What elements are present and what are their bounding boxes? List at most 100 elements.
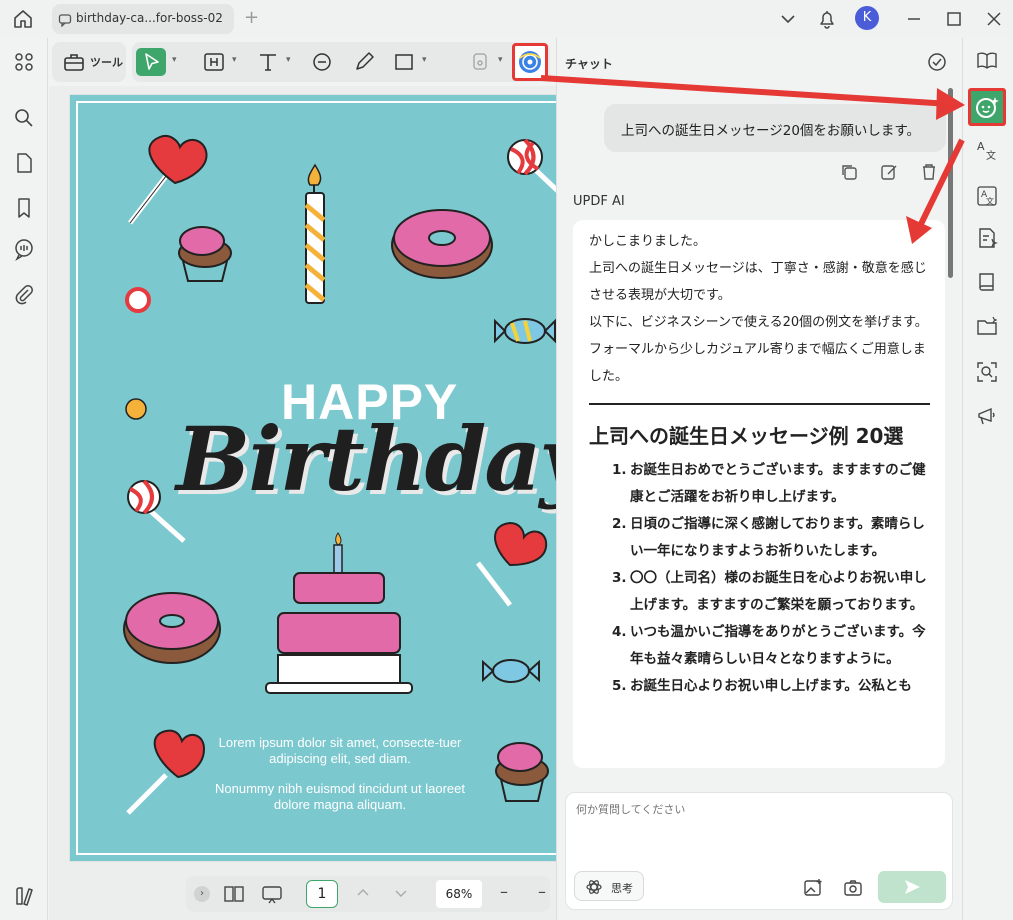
pencil-icon[interactable] [352,48,376,76]
card-body-text-2: Nonummy nibh euismod tincidunt ut laoree… [214,781,466,812]
copy-icon[interactable] [839,162,859,182]
ai-response-line-3: 以下に、ビジネスシーンで使える20個の例文を挙げます。フォーマルから少しカジュア… [589,315,928,384]
edit-icon[interactable] [879,162,899,182]
list-item: 4. いつも温かいご指導をありがとうございます。今年も益々素晴らしい日々となります… [612,624,926,667]
card-body-text-1: Lorem ipsum dolor sit amet, consecte-tue… [218,735,462,766]
ocr-translate-icon[interactable]: A文 [975,184,999,208]
close-icon[interactable] [983,8,1005,30]
think-mode-label: 思考 [611,882,633,895]
next-page-icon[interactable] [392,884,410,906]
cupcake-icon [178,226,232,282]
zoom-more-icon[interactable]: – [538,882,546,901]
cake-icon [265,532,413,694]
text-dropdown-icon[interactable]: ▾ [286,55,291,65]
ai-response-line-2: 上司への誕生日メッセージは、丁寧さ・感謝・敬意を感じさせる表現が大切です。 [589,261,927,303]
heart-lollipop-right-icon [476,521,548,607]
shape-dropdown-icon[interactable]: ▾ [422,55,427,65]
title-bar: birthday-ca...for-boss-02 + K [0,0,1013,38]
message-list: 1. お誕生日おめでとうございます。ますますのご健康とご活躍をお祈り申し上げます。… [597,457,937,700]
chevron-down-icon[interactable] [777,8,799,30]
ai-response-heading: 上司への誕生日メッセージ例 20選 [589,424,904,448]
donut-icon [391,209,493,279]
birthday-card-page: HAPPY Birthday Lorem ipsum dolor sit ame… [69,94,590,862]
wrapped-candy-right-icon [482,659,540,683]
tools-label: ツール [90,56,123,69]
list-item: 5. お誕生日心よりお祝い申し上げます。公私とも [612,678,912,694]
left-sidebar [0,38,48,920]
pages-icon[interactable] [12,151,36,175]
select-tool-button[interactable] [136,48,166,76]
page-navigation-bar: › 1 68% – – [186,876,550,912]
cupcake-bottom-icon [495,742,549,802]
ai-assistant-button[interactable] [512,43,548,81]
stamp-dropdown-icon[interactable]: ▾ [498,55,503,65]
screenshot-icon[interactable] [842,877,864,903]
trash-icon[interactable] [919,162,939,182]
document-tab[interactable]: birthday-ca...for-boss-02 [52,4,234,34]
ai-chat-button[interactable] [968,88,1006,126]
svg-text:A: A [977,140,985,153]
ai-response: かしこまりました。 上司への誕生日メッセージは、丁寧さ・感謝・敬意を感じさせる表… [573,220,945,768]
page-number-input[interactable]: 1 [306,880,338,908]
heading-icon[interactable] [202,48,226,76]
scan-search-icon[interactable] [975,360,999,384]
reader-mode-icon[interactable] [12,884,36,908]
send-button[interactable] [878,871,946,903]
ai-book-icon[interactable] [975,48,999,72]
svg-text:文: 文 [986,196,994,206]
heart-lollipop-bottom-icon [126,729,206,815]
translate-icon[interactable]: A文 [975,138,999,162]
stamp-icon[interactable] [468,48,492,76]
document-viewer[interactable]: HAPPY Birthday Lorem ipsum dolor sit ame… [49,86,590,920]
image-upload-icon[interactable] [802,877,824,903]
chevron-right-icon[interactable]: › [194,886,210,902]
atom-icon [585,878,603,900]
new-tab-button[interactable]: + [244,8,259,28]
history-icon[interactable] [926,51,948,73]
avatar[interactable]: K [855,6,879,30]
folder-icon[interactable] [975,314,999,338]
comment-tool-icon[interactable] [310,48,334,76]
yellow-candy-icon [125,398,147,420]
book-icon[interactable] [975,270,999,294]
tools-button[interactable]: ツール [52,42,126,82]
candy-icon [125,287,151,313]
donut-left-icon [123,592,221,664]
page-layout-icon[interactable] [222,882,246,910]
zoom-level[interactable]: 68% [436,880,482,908]
thumbnails-icon[interactable] [12,50,36,74]
zoom-out-icon[interactable]: – [500,882,508,901]
tab-title: birthday-ca...for-boss-02 [76,11,223,25]
presentation-icon[interactable] [260,882,284,910]
toolbox-icon [62,48,86,76]
attachment-icon[interactable] [12,283,36,307]
ai-chat-panel: チャット 上司への誕生日メッセージ20個をお願いします。 UPDF AI かしこ… [556,38,961,920]
bookmark-icon[interactable] [12,196,36,220]
previous-page-icon[interactable] [354,884,372,906]
list-item: 3. 〇〇（上司名）様のお誕生日を心よりお祝い申し上げます。ますますのご繁栄を願っ… [612,570,927,613]
think-mode-button[interactable]: 思考 [574,871,644,901]
chat-scrollbar[interactable] [948,88,953,278]
swirl-lollipop-icon [507,138,560,195]
svg-text:文: 文 [986,149,996,162]
comments-icon[interactable] [12,237,36,261]
summarize-icon[interactable] [975,226,999,250]
rectangle-icon[interactable] [392,48,416,76]
minimize-icon[interactable] [903,8,925,30]
heart-lollipop-icon [128,135,208,225]
home-icon[interactable] [12,8,34,30]
select-dropdown-icon[interactable]: ▾ [172,55,177,65]
search-icon[interactable] [12,106,36,130]
bell-icon[interactable] [816,8,838,30]
text-icon[interactable] [256,48,280,76]
megaphone-icon[interactable] [975,404,999,428]
chat-title: チャット [565,57,613,71]
maximize-icon[interactable] [943,8,965,30]
chat-input-area[interactable]: 思考 [565,792,953,910]
chat-input[interactable] [576,803,936,816]
edit-tools-group: ▾ ▾ ▾ ▾ [132,42,498,82]
extra-tools-group: ▾ [456,42,550,82]
wrapped-candy-icon [494,318,556,344]
card-headline-birthday: Birthday [176,407,590,511]
heading-dropdown-icon[interactable]: ▾ [232,55,237,65]
